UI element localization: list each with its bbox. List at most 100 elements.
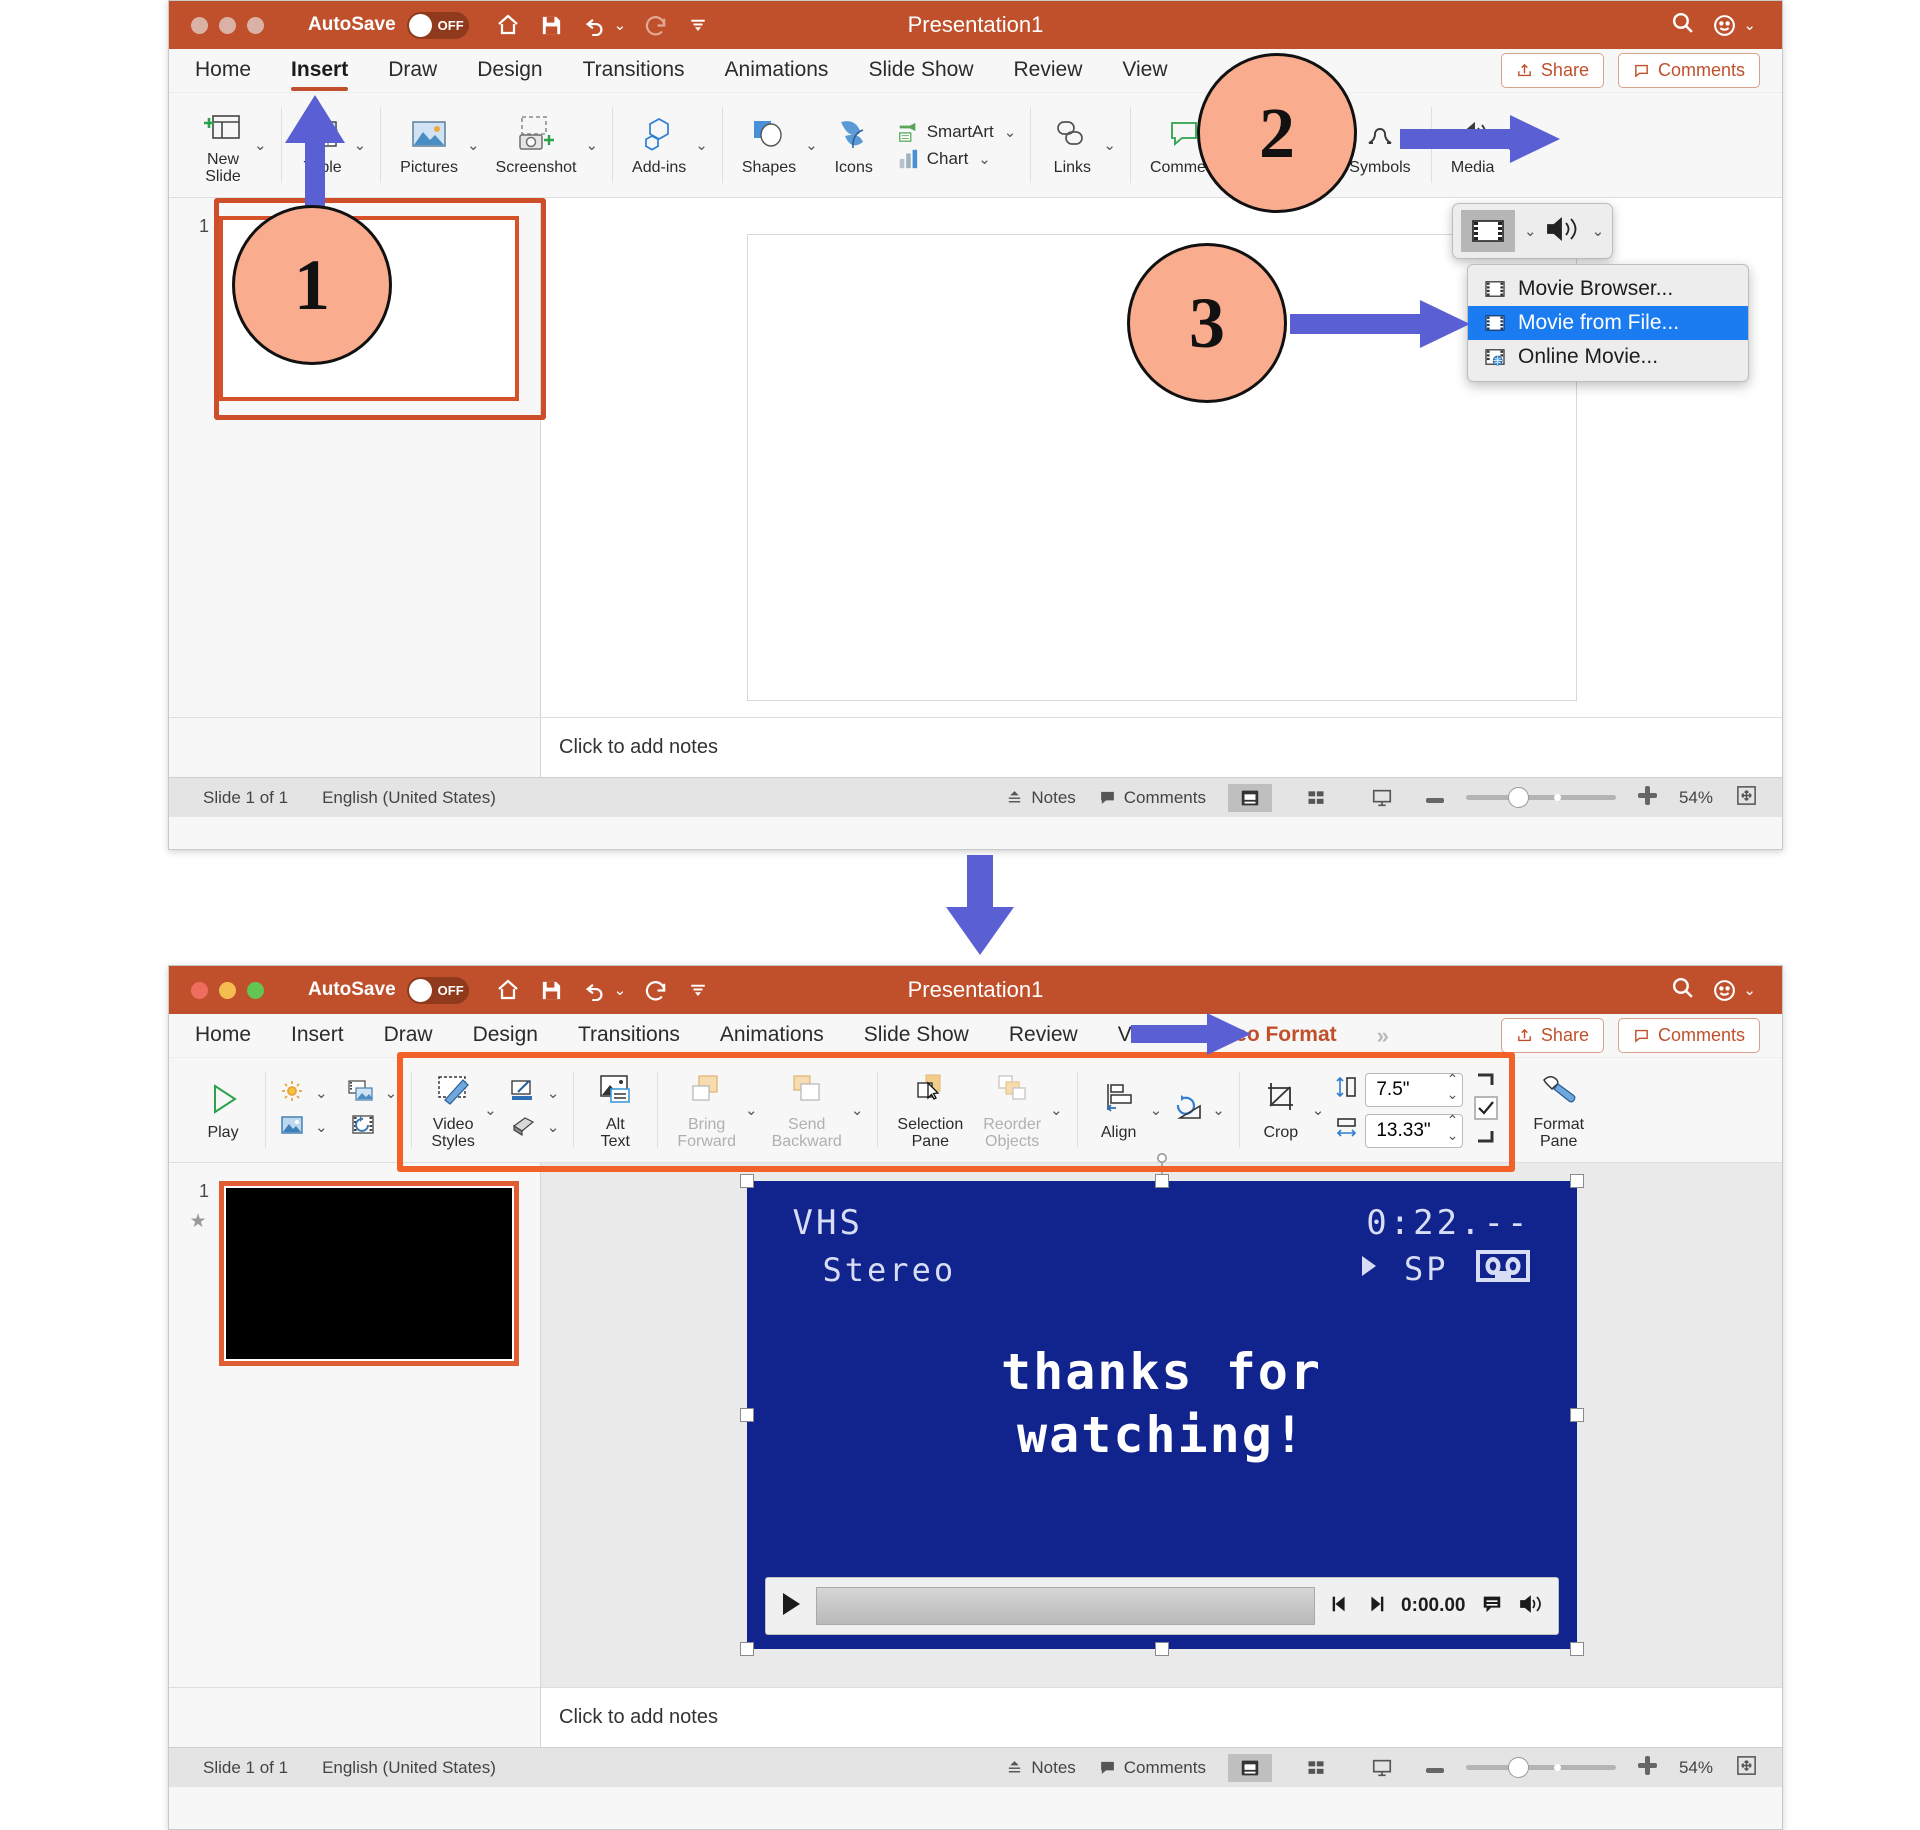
corrections-chevron-down-icon[interactable]: ⌄ [315,1084,328,1102]
tab-animations[interactable]: Animations [725,58,829,84]
video-poster-chevron-down-icon[interactable]: ⌄ [385,1084,398,1102]
video-captions-button[interactable] [1480,1593,1504,1620]
chart-chevron-down-icon[interactable]: ⌄ [978,150,991,168]
video-step-back-button[interactable] [1329,1593,1351,1620]
tab-draw-bottom[interactable]: Draw [384,1023,433,1049]
shapes-chevron-down-icon[interactable]: ⌄ [805,136,818,154]
notes-toggle-bottom[interactable]: Notes [1005,1758,1076,1778]
video-styles-button[interactable]: Video Styles [425,1070,481,1151]
comments-button-top[interactable]: Comments [1617,53,1760,88]
video-effects-chevron-down-icon[interactable]: ⌄ [547,1118,560,1136]
normal-view-button-bottom[interactable] [1227,1753,1272,1782]
smartart-button[interactable]: SmartArt ⌄ [896,121,1016,143]
redo-icon-bottom[interactable] [645,979,668,1002]
autosave-control-bottom[interactable]: AutoSave OFF [308,976,469,1004]
tab-insert-bottom[interactable]: Insert [291,1023,344,1049]
notes-toggle-top[interactable]: Notes [1005,788,1076,808]
insert-video-icon[interactable] [1461,210,1515,252]
autosave-control[interactable]: AutoSave OFF [308,11,469,39]
menu-item-online-movie[interactable]: Online Movie... [1468,340,1748,374]
screenshot-chevron-down-icon[interactable]: ⌄ [585,136,598,154]
links-chevron-down-icon[interactable]: ⌄ [1103,136,1116,154]
zoom-in-button-bottom[interactable] [1637,1755,1657,1780]
save-icon[interactable] [540,14,563,37]
search-icon[interactable] [1670,10,1695,40]
video-border-chevron-down-icon[interactable]: ⌄ [547,1084,560,1102]
slide-thumbnail-bottom[interactable] [219,1181,519,1366]
insert-audio-icon[interactable] [1543,214,1583,249]
save-icon-bottom[interactable] [540,979,563,1002]
recolor-icon[interactable] [279,1113,305,1142]
slide-sorter-view-button-bottom[interactable] [1294,1754,1338,1782]
autosave-toggle[interactable]: OFF [406,11,469,39]
reset-video-icon[interactable] [347,1113,375,1142]
minimize-button-bottom[interactable] [219,981,236,999]
slide-sorter-view-button-top[interactable] [1294,784,1338,812]
zoom-slider-top[interactable] [1465,787,1616,808]
customize-toolbar-icon[interactable] [687,16,709,34]
pictures-button[interactable]: Pictures [394,113,464,176]
window-controls-top[interactable] [191,16,264,34]
video-effects-icon[interactable] [509,1113,537,1142]
shape-height-stepper[interactable]: ⌃ ⌄ [1447,1072,1459,1102]
media-popup-toolbar[interactable]: ⌄ ⌄ [1452,203,1614,259]
resize-handle-w[interactable] [739,1408,754,1422]
corrections-icon[interactable] [279,1079,305,1108]
alt-text-button[interactable]: Alt Text [587,1070,643,1151]
chart-button[interactable]: Chart ⌄ [896,148,1017,170]
insert-audio-chevron-down-icon[interactable]: ⌄ [1592,222,1605,240]
zoom-slider-handle-bottom[interactable] [1507,1757,1529,1778]
send-backward-chevron-down-icon[interactable]: ⌄ [851,1101,864,1119]
maximize-button[interactable] [247,16,264,34]
tab-home[interactable]: Home [195,58,251,84]
undo-icon-bottom[interactable]: ⌄ [582,979,626,1001]
share-button-top[interactable]: Share [1500,53,1604,88]
reorder-objects-chevron-down-icon[interactable]: ⌄ [1050,1101,1063,1119]
account-icon-bottom[interactable]: ⌄ [1712,978,1756,1003]
icons-button[interactable]: Icons [826,113,882,176]
menu-item-movie-browser[interactable]: Movie Browser... [1468,272,1748,306]
resize-handle-ne[interactable] [1569,1174,1584,1188]
crop-chevron-down-icon[interactable]: ⌄ [1312,1101,1325,1119]
resize-handle-s[interactable] [1154,1642,1169,1656]
slideshow-view-button-bottom[interactable] [1360,1754,1404,1782]
media-dropdown-menu[interactable]: Movie Browser... Movie from File... Onli… [1467,264,1749,382]
redo-icon[interactable] [645,14,668,37]
minimize-button[interactable] [219,16,236,34]
insert-video-chevron-down-icon[interactable]: ⌄ [1524,222,1537,240]
video-volume-button[interactable] [1518,1593,1544,1620]
new-slide-chevron-down-icon[interactable]: ⌄ [254,136,267,154]
recolor-chevron-down-icon[interactable]: ⌄ [315,1118,328,1136]
video-progress-bar[interactable] [815,1587,1316,1625]
zoom-in-button-top[interactable] [1637,785,1657,810]
add-ins-chevron-down-icon[interactable]: ⌄ [695,136,708,154]
tab-design-bottom[interactable]: Design [473,1023,538,1049]
maximize-button-bottom[interactable] [247,981,264,999]
zoom-slider-handle-top[interactable] [1507,787,1529,808]
format-pane-button[interactable]: Format Pane [1527,1070,1590,1151]
home-icon-bottom[interactable] [495,978,521,1002]
resize-handle-e[interactable] [1569,1408,1584,1422]
video-object[interactable]: VHS Stereo 0:22.-- SP thanks for watchin… [739,1174,1584,1656]
bring-forward-button[interactable]: Bring Forward [671,1070,742,1151]
tab-slide-show-bottom[interactable]: Slide Show [864,1023,969,1049]
notes-placeholder-bottom[interactable]: Click to add notes [559,1706,718,1729]
zoom-out-button-bottom[interactable] [1425,1758,1444,1778]
reorder-objects-button[interactable]: Reorder Objects [977,1070,1047,1151]
close-button[interactable] [191,16,208,34]
pictures-chevron-down-icon[interactable]: ⌄ [467,136,480,154]
notes-placeholder-top[interactable]: Click to add notes [559,736,718,759]
tab-review-bottom[interactable]: Review [1009,1023,1078,1049]
slideshow-view-button-top[interactable] [1360,784,1404,812]
resize-handle-n[interactable] [1154,1174,1169,1188]
tab-transitions-bottom[interactable]: Transitions [578,1023,680,1049]
tab-home-bottom[interactable]: Home [195,1023,251,1049]
selection-pane-button[interactable]: Selection Pane [891,1070,969,1151]
video-poster-icon[interactable] [347,1079,375,1108]
tab-view[interactable]: View [1122,58,1167,84]
bring-forward-chevron-down-icon[interactable]: ⌄ [745,1101,758,1119]
rotate-chevron-down-icon[interactable]: ⌄ [1212,1101,1225,1119]
screenshot-button[interactable]: Screenshot [490,113,583,176]
resize-handle-se[interactable] [1569,1642,1584,1656]
normal-view-button-top[interactable] [1227,783,1272,812]
